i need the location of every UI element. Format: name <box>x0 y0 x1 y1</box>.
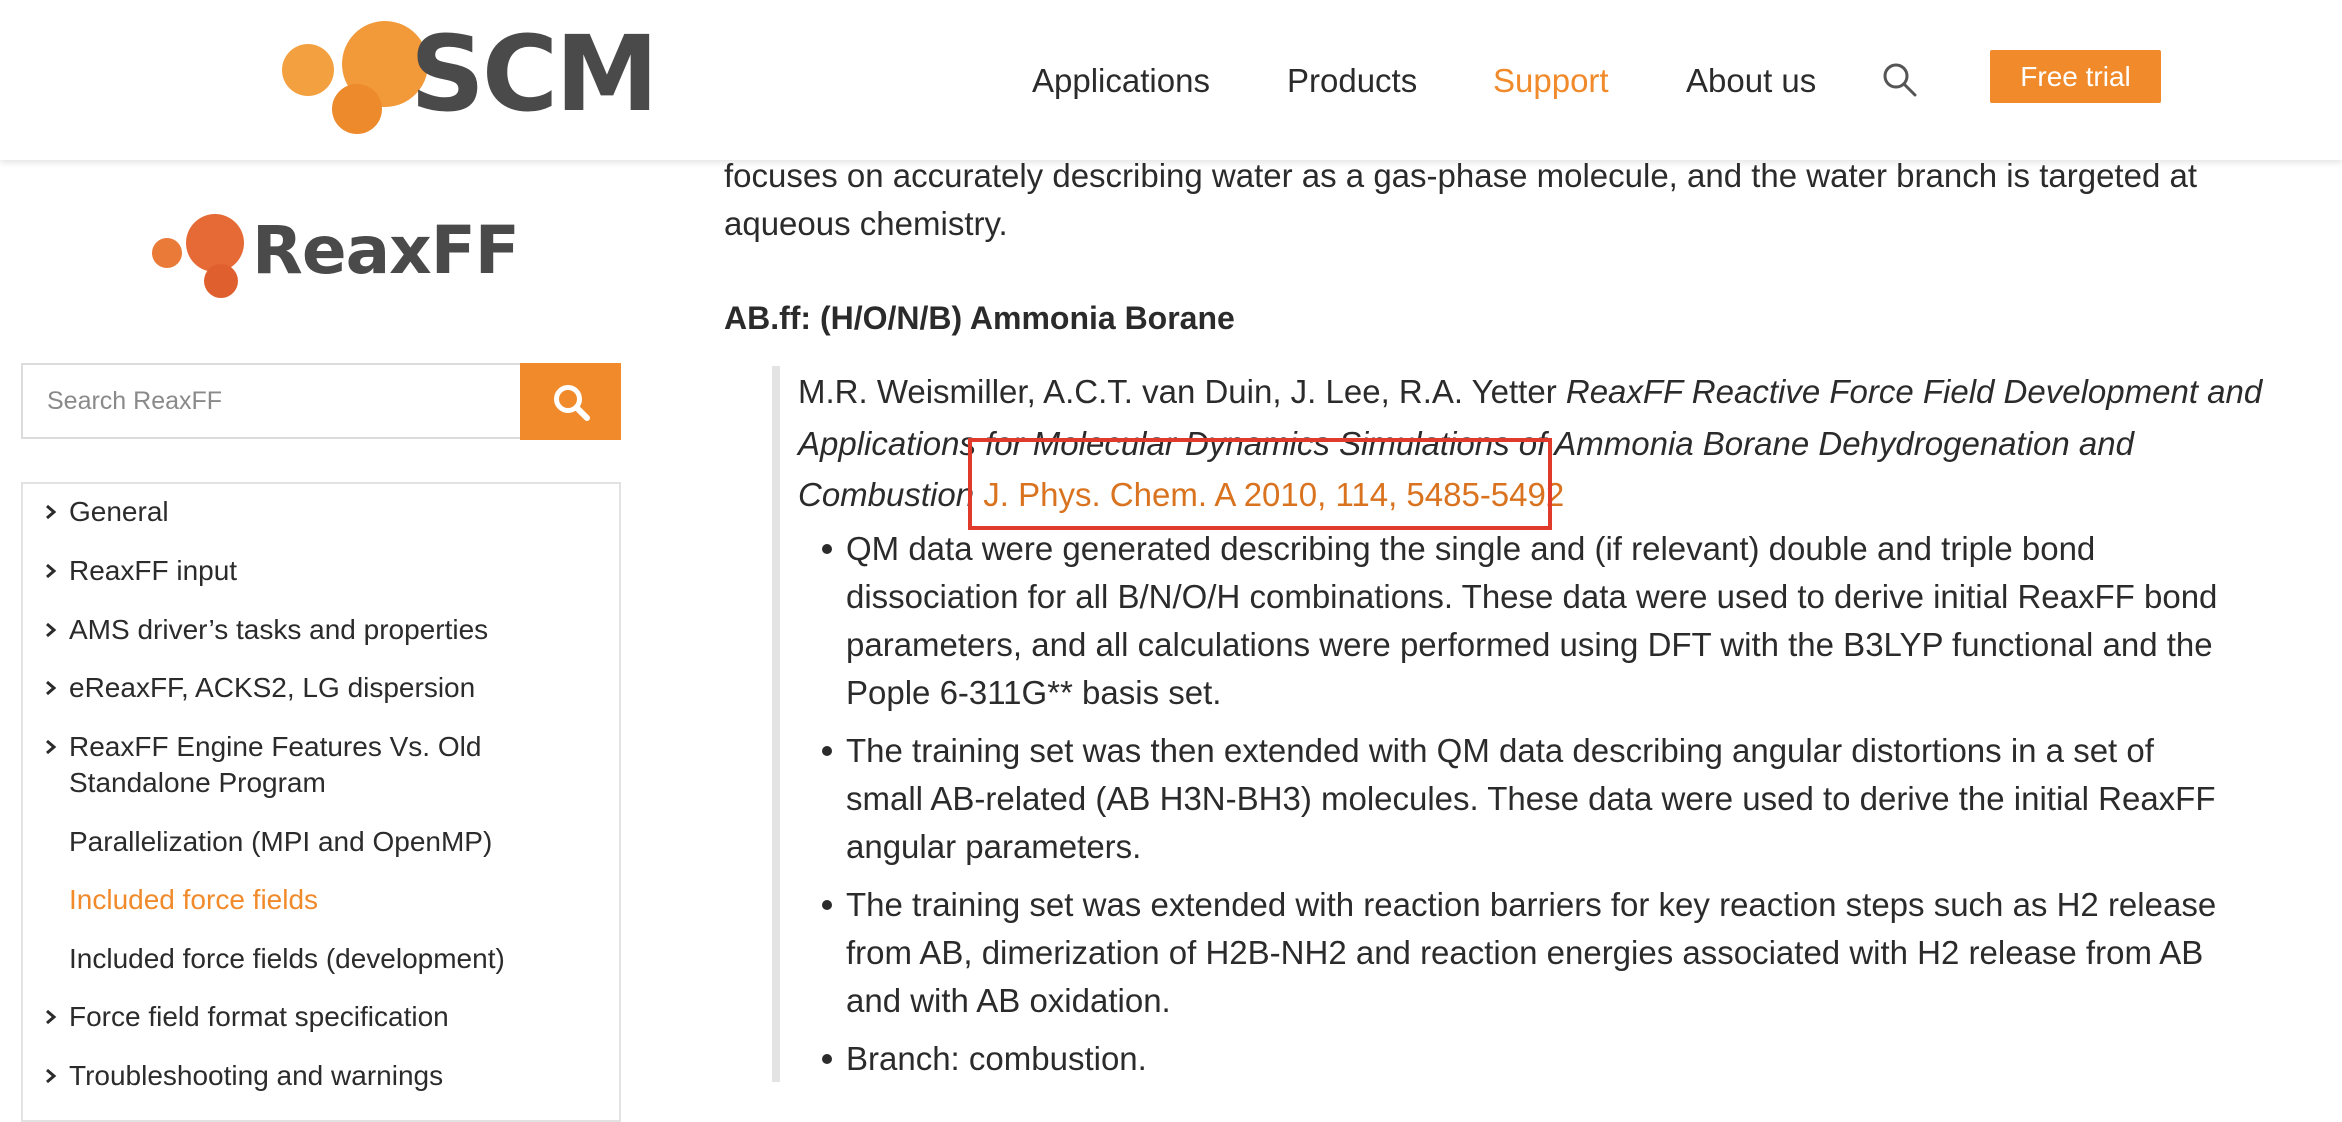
bullet-3-line-1: The training set was extended with react… <box>846 886 2217 923</box>
reaxff-logo-circle-left <box>152 238 182 268</box>
sidebar-item-reaxff-input[interactable]: ReaxFF input <box>46 553 238 589</box>
bullet-dot <box>822 746 832 756</box>
citation-title-part-3: Combustion <box>798 476 975 513</box>
blockquote-bar <box>772 366 780 1082</box>
sidebar-item-label: eReaxFF, ACKS2, LG dispersion <box>69 672 476 703</box>
logo-circle-left <box>282 44 334 96</box>
section-title: AB.ff: (H/O/N/B) Ammonia Borane <box>724 300 1235 336</box>
sidebar-item-engine-features[interactable]: ReaxFF Engine Features Vs. Old Standalon… <box>46 729 482 801</box>
bullet-1-line-3: parameters, and all calculations were pe… <box>846 626 2213 663</box>
bullet-1-line-4: Pople 6-311G** basis set. <box>846 674 1222 711</box>
search-icon <box>554 385 590 421</box>
sidebar-item-included-force-fields-dev[interactable]: Included force fields (development) <box>69 941 505 977</box>
reaxff-logo-circle-bottom <box>204 264 238 298</box>
sidebar-item-label: General <box>69 496 169 527</box>
chevron-right-icon <box>46 739 57 755</box>
logo-circle-bottom <box>332 84 382 134</box>
bullet-3-line-2: from AB, dimerization of H2B-NH2 and rea… <box>846 934 2204 971</box>
bullet-2-line-2: small AB-related (AB H3N-BH3) molecules.… <box>846 780 2216 817</box>
search-input[interactable] <box>23 365 517 437</box>
bullet-1-line-2: dissociation for all B/N/O/H combination… <box>846 578 2218 615</box>
nav-support[interactable]: Support <box>1493 56 1609 106</box>
bullet-dot <box>822 900 832 910</box>
reaxff-logo[interactable]: ReaxFF <box>152 212 520 302</box>
scm-logo[interactable]: SCM <box>282 18 659 138</box>
site-header: SCM Applications Products Support About … <box>0 0 2342 160</box>
chevron-right-icon <box>46 1009 57 1025</box>
bullet-2-line-1: The training set was then extended with … <box>846 732 2154 769</box>
highlight-box <box>968 438 1552 530</box>
sidebar-item-parallelization[interactable]: Parallelization (MPI and OpenMP) <box>69 824 492 860</box>
sidebar-item-force-field-format[interactable]: Force field format specification <box>46 999 449 1035</box>
citation-line-1: M.R. Weismiller, A.C.T. van Duin, J. Lee… <box>798 366 2262 418</box>
sidebar-item-troubleshooting[interactable]: Troubleshooting and warnings <box>46 1058 444 1094</box>
bullet-4-line-1: Branch: combustion. <box>846 1040 1147 1077</box>
sidebar-item-label: Force field format specification <box>69 1001 449 1032</box>
logo-wordmark: SCM <box>410 13 659 135</box>
chevron-right-icon <box>46 504 57 520</box>
sidebar-nav: General ReaxFF input AMS driver’s tasks … <box>21 482 621 1122</box>
chevron-right-icon <box>46 563 57 579</box>
sidebar-item-general[interactable]: General <box>46 494 169 530</box>
sidebar-item-label: Troubleshooting and warnings <box>69 1060 444 1091</box>
bullet-3-line-3: and with AB oxidation. <box>846 982 1171 1019</box>
reaxff-wordmark: ReaxFF <box>252 212 520 289</box>
sidebar-item-label: Parallelization (MPI and OpenMP) <box>69 826 493 857</box>
nav-about-us[interactable]: About us <box>1686 56 1816 106</box>
citation-title-part-1: ReaxFF Reactive Force Field Development … <box>1565 373 2263 410</box>
sidebar-item-label: AMS driver’s tasks and properties <box>69 614 489 645</box>
nav-products[interactable]: Products <box>1287 56 1417 106</box>
bullet-1-line-1: QM data were generated describing the si… <box>846 530 2096 567</box>
sidebar-item-included-force-fields[interactable]: Included force fields <box>69 882 318 918</box>
sidebar-item-label: Included force fields <box>69 884 319 915</box>
sidebar-item-label: ReaxFF input <box>69 555 238 586</box>
chevron-right-icon <box>46 1068 57 1084</box>
sidebar-item-label: Standalone Program <box>69 767 326 798</box>
bullet-dot <box>822 1054 832 1064</box>
sidebar-item-ereaxff[interactable]: eReaxFF, ACKS2, LG dispersion <box>46 670 476 706</box>
chevron-right-icon <box>46 622 57 638</box>
intro-line-2: aqueous chemistry. <box>724 205 1008 242</box>
chevron-right-icon <box>46 680 57 696</box>
search-icon[interactable] <box>1880 60 1920 100</box>
free-trial-button[interactable]: Free trial <box>1990 50 2161 103</box>
bullet-dot <box>822 544 832 554</box>
sidebar-item-label: ReaxFF Engine Features Vs. Old <box>69 731 482 762</box>
citation-authors: M.R. Weismiller, A.C.T. van Duin, J. Lee… <box>798 373 1566 410</box>
search-field <box>21 363 521 439</box>
sidebar-item-label: Included force fields (development) <box>69 943 505 974</box>
search-button[interactable] <box>520 363 621 440</box>
bullet-2-line-3: angular parameters. <box>846 828 1142 865</box>
sidebar-item-ams-driver-tasks[interactable]: AMS driver’s tasks and properties <box>46 612 489 648</box>
reaxff-logo-circle-large <box>186 214 244 272</box>
nav-applications[interactable]: Applications <box>1032 56 1210 106</box>
